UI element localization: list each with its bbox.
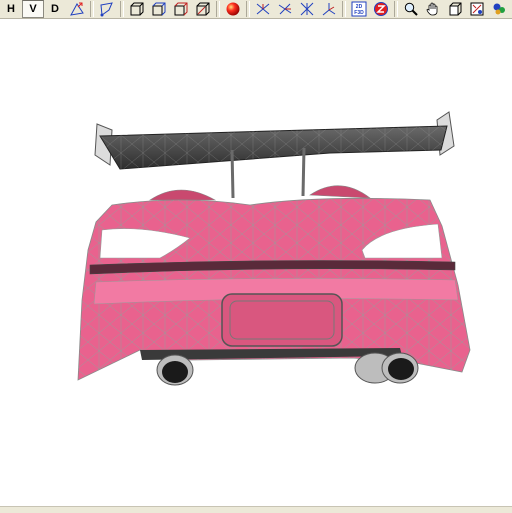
h-label: H xyxy=(7,3,15,15)
cube-top-button[interactable] xyxy=(170,0,192,18)
rear-spoiler xyxy=(94,111,455,199)
d-view-button[interactable]: D xyxy=(44,0,66,18)
svg-text:F3D: F3D xyxy=(354,10,364,16)
cube-perspective-icon xyxy=(196,2,210,16)
3d-viewport[interactable] xyxy=(0,19,512,506)
z-icon xyxy=(374,2,388,16)
toolbar: H V D 2D F3D xyxy=(0,0,512,19)
fit-view-icon xyxy=(470,2,484,16)
h-view-button[interactable]: H xyxy=(0,0,22,18)
car-model xyxy=(77,111,471,386)
axis-3d-button[interactable] xyxy=(318,0,340,18)
axis-xy-button[interactable] xyxy=(296,0,318,18)
render-sphere-icon xyxy=(226,2,240,16)
axis-3d-icon xyxy=(322,3,336,16)
exhaust-right xyxy=(354,352,419,384)
f3d-button[interactable]: 2D F3D xyxy=(348,0,370,18)
select-edge-icon xyxy=(100,2,113,17)
car-body xyxy=(77,197,471,381)
separator xyxy=(90,1,94,17)
d-label: D xyxy=(51,3,59,15)
z-button[interactable] xyxy=(370,0,392,18)
separator xyxy=(216,1,220,17)
fit-view-button[interactable] xyxy=(466,0,488,18)
pan-hand-button[interactable] xyxy=(422,0,444,18)
separator xyxy=(120,1,124,17)
cube-front-icon xyxy=(130,2,144,16)
cube-front-button[interactable] xyxy=(126,0,148,18)
axis-y-button[interactable] xyxy=(274,0,296,18)
box-icon xyxy=(449,2,462,16)
camera-icon xyxy=(493,3,505,15)
v-label: V xyxy=(29,3,37,15)
axis-y-icon xyxy=(278,3,292,15)
select-vertex-icon xyxy=(70,2,84,16)
box-button[interactable] xyxy=(444,0,466,18)
zoom-icon xyxy=(404,2,418,16)
cube-top-icon xyxy=(174,2,188,16)
pan-hand-icon xyxy=(426,2,438,16)
select-edge-button[interactable] xyxy=(96,0,118,18)
exhaust-left xyxy=(156,354,194,386)
separator xyxy=(394,1,398,17)
axis-xy-icon xyxy=(300,2,314,16)
cube-side-icon xyxy=(152,2,166,16)
axis-x-icon xyxy=(256,3,270,15)
render-sphere-button[interactable] xyxy=(222,0,244,18)
zoom-button[interactable] xyxy=(400,0,422,18)
select-vertex-button[interactable] xyxy=(66,0,88,18)
separator xyxy=(342,1,346,17)
camera-button[interactable] xyxy=(488,0,510,18)
f3d-icon: 2DF3D xyxy=(351,1,367,17)
cube-side-button[interactable] xyxy=(148,0,170,18)
axis-x-button[interactable] xyxy=(252,0,274,18)
v-view-button[interactable]: V xyxy=(22,0,44,18)
separator xyxy=(246,1,250,17)
cube-perspective-button[interactable] xyxy=(192,0,214,18)
